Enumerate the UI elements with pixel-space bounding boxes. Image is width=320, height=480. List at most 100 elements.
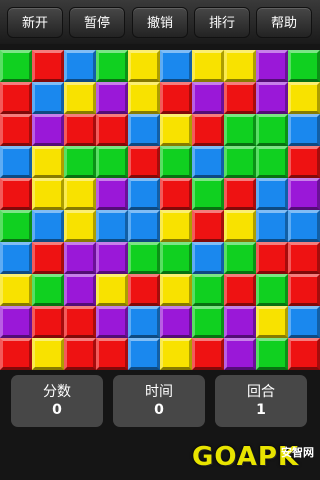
tile-blue[interactable] (128, 114, 160, 146)
tile-red[interactable] (160, 82, 192, 114)
tile-purple[interactable] (64, 274, 96, 306)
tile-blue[interactable] (192, 146, 224, 178)
tile-green[interactable] (192, 274, 224, 306)
tile-red[interactable] (224, 274, 256, 306)
tile-red[interactable] (288, 274, 320, 306)
tile-red[interactable] (288, 146, 320, 178)
tile-green[interactable] (96, 50, 128, 82)
tile-yellow[interactable] (160, 274, 192, 306)
tile-red[interactable] (288, 242, 320, 274)
tile-red[interactable] (192, 114, 224, 146)
tile-blue[interactable] (256, 178, 288, 210)
tile-purple[interactable] (96, 82, 128, 114)
tile-yellow[interactable] (288, 82, 320, 114)
tile-green[interactable] (128, 242, 160, 274)
tile-yellow[interactable] (160, 114, 192, 146)
tile-yellow[interactable] (160, 338, 192, 370)
tile-yellow[interactable] (224, 210, 256, 242)
tile-blue[interactable] (128, 338, 160, 370)
tile-yellow[interactable] (160, 210, 192, 242)
undo-button[interactable]: 撤销 (132, 7, 188, 38)
tile-purple[interactable] (224, 306, 256, 338)
tile-green[interactable] (160, 242, 192, 274)
tile-yellow[interactable] (0, 274, 32, 306)
tile-purple[interactable] (192, 82, 224, 114)
new-game-button[interactable]: 新开 (7, 7, 63, 38)
tile-red[interactable] (0, 114, 32, 146)
tile-purple[interactable] (0, 306, 32, 338)
tile-red[interactable] (32, 306, 64, 338)
tile-green[interactable] (224, 114, 256, 146)
tile-blue[interactable] (64, 50, 96, 82)
tile-yellow[interactable] (64, 82, 96, 114)
tile-red[interactable] (224, 178, 256, 210)
tile-red[interactable] (0, 178, 32, 210)
tile-yellow[interactable] (32, 146, 64, 178)
tile-yellow[interactable] (96, 274, 128, 306)
tile-red[interactable] (160, 178, 192, 210)
tile-green[interactable] (288, 50, 320, 82)
tile-green[interactable] (96, 146, 128, 178)
tile-red[interactable] (32, 242, 64, 274)
tile-blue[interactable] (32, 210, 64, 242)
tile-green[interactable] (224, 146, 256, 178)
tile-yellow[interactable] (64, 178, 96, 210)
tile-green[interactable] (160, 146, 192, 178)
tile-green[interactable] (192, 178, 224, 210)
tile-yellow[interactable] (192, 50, 224, 82)
tile-red[interactable] (0, 338, 32, 370)
tile-green[interactable] (0, 50, 32, 82)
tile-green[interactable] (0, 210, 32, 242)
tile-yellow[interactable] (128, 82, 160, 114)
tile-purple[interactable] (32, 114, 64, 146)
tile-blue[interactable] (288, 210, 320, 242)
tile-purple[interactable] (256, 82, 288, 114)
tile-red[interactable] (96, 114, 128, 146)
tile-green[interactable] (64, 146, 96, 178)
tile-yellow[interactable] (224, 50, 256, 82)
tile-green[interactable] (192, 306, 224, 338)
tile-yellow[interactable] (32, 338, 64, 370)
tile-yellow[interactable] (64, 210, 96, 242)
tile-red[interactable] (0, 82, 32, 114)
tile-red[interactable] (192, 210, 224, 242)
tile-green[interactable] (256, 114, 288, 146)
tile-red[interactable] (192, 338, 224, 370)
tile-purple[interactable] (288, 178, 320, 210)
tile-green[interactable] (256, 338, 288, 370)
tile-blue[interactable] (0, 242, 32, 274)
tile-blue[interactable] (192, 242, 224, 274)
tile-red[interactable] (64, 338, 96, 370)
tile-green[interactable] (256, 146, 288, 178)
tile-purple[interactable] (96, 178, 128, 210)
tile-blue[interactable] (0, 146, 32, 178)
help-button[interactable]: 帮助 (256, 7, 312, 38)
tile-blue[interactable] (256, 210, 288, 242)
tile-red[interactable] (64, 306, 96, 338)
tile-red[interactable] (288, 338, 320, 370)
leaderboard-button[interactable]: 排行 (194, 7, 250, 38)
tile-red[interactable] (96, 338, 128, 370)
tile-blue[interactable] (32, 82, 64, 114)
tile-blue[interactable] (128, 306, 160, 338)
tile-blue[interactable] (288, 306, 320, 338)
pause-button[interactable]: 暂停 (69, 7, 125, 38)
tile-blue[interactable] (96, 210, 128, 242)
tile-blue[interactable] (128, 178, 160, 210)
game-board[interactable] (0, 50, 320, 370)
tile-purple[interactable] (96, 242, 128, 274)
tile-purple[interactable] (96, 306, 128, 338)
tile-purple[interactable] (160, 306, 192, 338)
tile-red[interactable] (128, 274, 160, 306)
tile-green[interactable] (32, 274, 64, 306)
tile-green[interactable] (256, 274, 288, 306)
tile-blue[interactable] (160, 50, 192, 82)
tile-purple[interactable] (64, 242, 96, 274)
tile-blue[interactable] (288, 114, 320, 146)
tile-yellow[interactable] (32, 178, 64, 210)
tile-green[interactable] (224, 242, 256, 274)
tile-purple[interactable] (224, 338, 256, 370)
tile-red[interactable] (128, 146, 160, 178)
tile-red[interactable] (32, 50, 64, 82)
tile-red[interactable] (256, 242, 288, 274)
